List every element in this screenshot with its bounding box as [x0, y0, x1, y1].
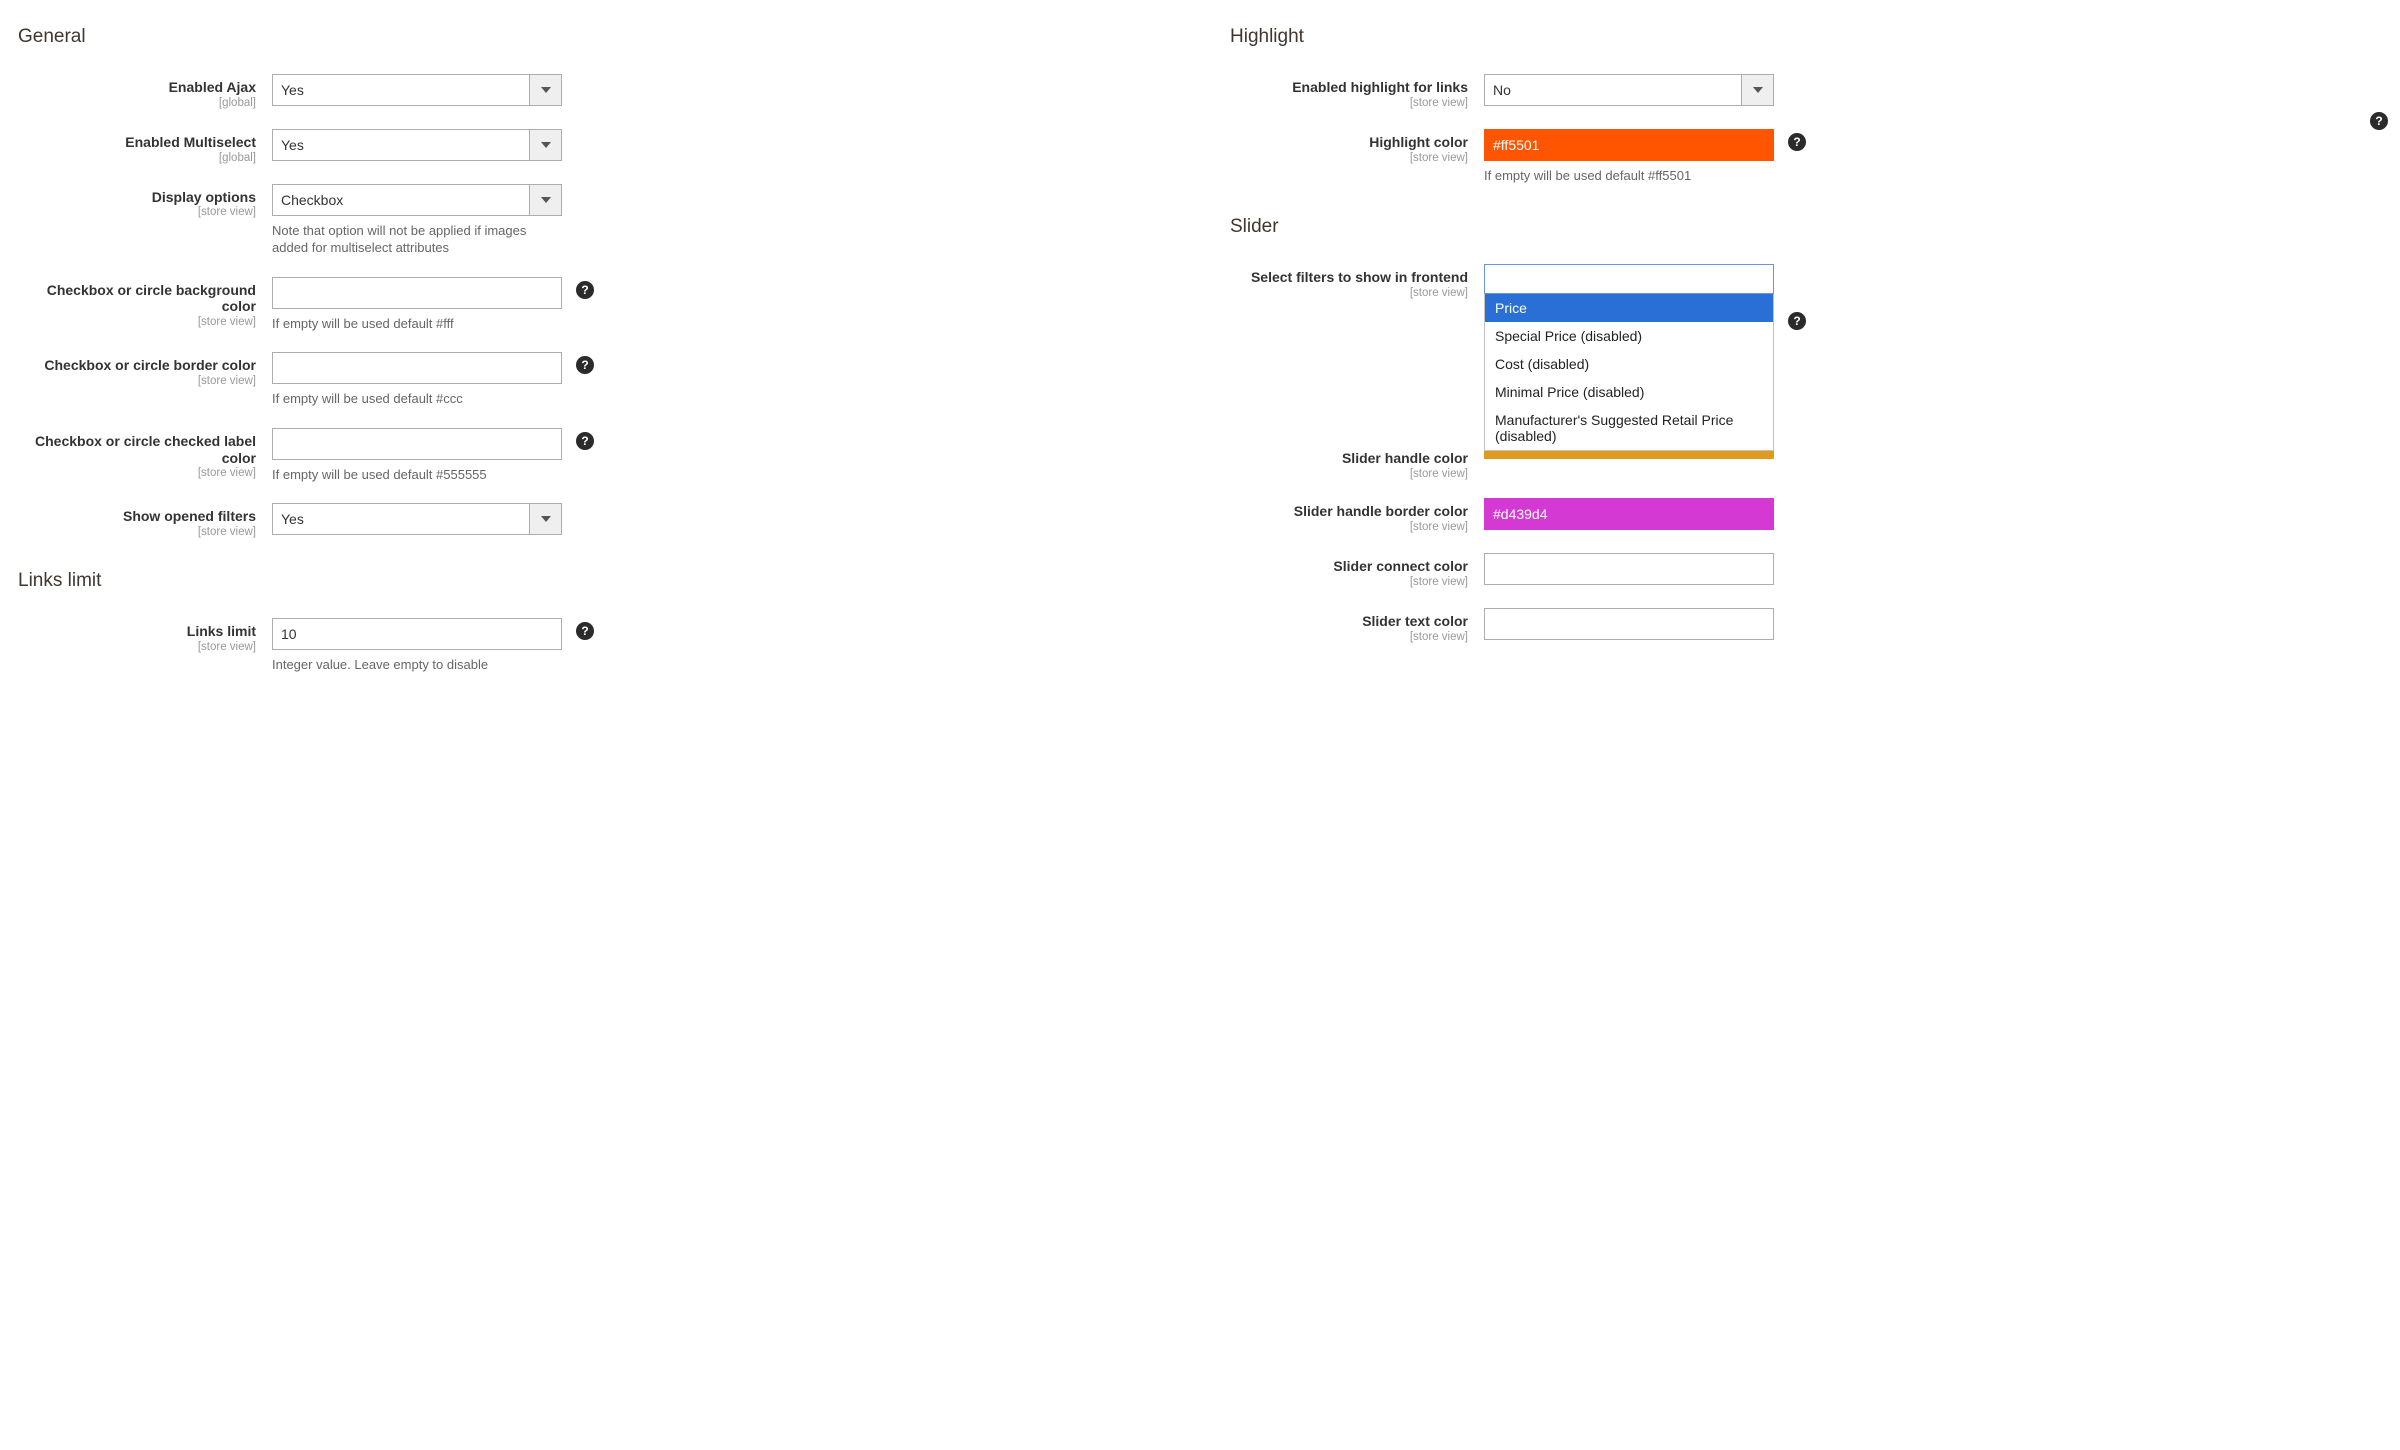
input-slider-text-color[interactable]: [1484, 608, 1774, 640]
label-highlight-color: Highlight color: [1369, 134, 1468, 150]
chevron-down-icon[interactable]: [529, 130, 561, 160]
field-slider-handle-border-color: Slider handle border color [store view] …: [1230, 498, 2382, 533]
filter-option[interactable]: Minimal Price (disabled): [1485, 378, 1773, 406]
scope-store-view: [store view]: [1246, 576, 1468, 588]
chevron-down-icon[interactable]: [1741, 75, 1773, 105]
label-slider-handle-color: Slider handle color: [1342, 450, 1468, 466]
label-slider-connect-color: Slider connect color: [1333, 558, 1468, 574]
select-enabled-highlight[interactable]: No: [1484, 74, 1774, 106]
label-checked-label-color: Checkbox or circle checked label color: [35, 433, 256, 466]
scope-store-view: [store view]: [1246, 631, 1468, 643]
label-enabled-ajax: Enabled Ajax: [169, 79, 256, 95]
slider-handle-color-swatch: [1484, 451, 1774, 459]
select-show-opened[interactable]: Yes: [272, 503, 562, 535]
help-icon[interactable]: ?: [576, 432, 594, 450]
input-checked-label-color[interactable]: [272, 428, 562, 460]
field-enabled-ajax: Enabled Ajax [global] Yes: [18, 74, 1170, 109]
filter-option[interactable]: Special Price (disabled): [1485, 322, 1773, 350]
note-highlight-color: If empty will be used default #ff5501: [1484, 167, 1774, 185]
note-border-color: If empty will be used default #ccc: [272, 390, 562, 408]
scope-global: [global]: [34, 152, 256, 164]
note-links-limit: Integer value. Leave empty to disable: [272, 656, 562, 674]
label-enabled-multiselect: Enabled Multiselect: [125, 134, 256, 150]
multiselect-filters-dropdown: Price Special Price (disabled) Cost (dis…: [1484, 294, 1774, 451]
scope-store-view: [store view]: [1246, 468, 1468, 480]
select-enabled-ajax[interactable]: Yes: [272, 74, 562, 106]
help-icon[interactable]: ?: [576, 356, 594, 374]
label-enabled-highlight: Enabled highlight for links: [1292, 79, 1468, 95]
multiselect-filters-input[interactable]: [1484, 264, 1774, 294]
input-slider-connect-color[interactable]: [1484, 553, 1774, 585]
right-column: Highlight Enabled highlight for links [s…: [1230, 20, 2382, 694]
scope-store-view: [store view]: [1246, 521, 1468, 533]
label-bg-color: Checkbox or circle background color: [47, 282, 256, 315]
filter-option[interactable]: Cost (disabled): [1485, 350, 1773, 378]
input-links-limit[interactable]: [272, 618, 562, 650]
field-links-limit: Links limit [store view] ? Integer value…: [18, 618, 1170, 674]
section-title-highlight: Highlight: [1230, 26, 2382, 48]
help-icon[interactable]: ?: [576, 622, 594, 640]
field-select-filters: Select filters to show in frontend [stor…: [1230, 264, 2382, 459]
field-border-color: Checkbox or circle border color [store v…: [18, 352, 1170, 408]
scope-store-view: [store view]: [34, 316, 256, 328]
input-bg-color[interactable]: [272, 277, 562, 309]
label-slider-handle-border-color: Slider handle border color: [1294, 503, 1468, 519]
input-border-color[interactable]: [272, 352, 562, 384]
field-display-options: Display options [store view] Checkbox No…: [18, 184, 1170, 257]
scope-store-view: [store view]: [34, 467, 256, 479]
section-title-general: General: [18, 26, 1170, 48]
section-title-links-limit: Links limit: [18, 570, 1170, 592]
field-enabled-highlight: Enabled highlight for links [store view]…: [1230, 74, 2382, 109]
scope-store-view: [store view]: [34, 526, 256, 538]
field-enabled-multiselect: Enabled Multiselect [global] Yes: [18, 129, 1170, 164]
label-links-limit: Links limit: [187, 623, 256, 639]
select-display-options[interactable]: Checkbox: [272, 184, 562, 216]
input-slider-handle-border-color[interactable]: #d439d4: [1484, 498, 1774, 530]
select-enabled-multiselect[interactable]: Yes: [272, 129, 562, 161]
field-slider-connect-color: Slider connect color [store view]: [1230, 553, 2382, 588]
note-checked-label-color: If empty will be used default #555555: [272, 466, 562, 484]
scope-store-view: [store view]: [34, 375, 256, 387]
help-icon[interactable]: ?: [2370, 112, 2388, 130]
label-border-color: Checkbox or circle border color: [44, 357, 256, 373]
filter-option[interactable]: Manufacturer's Suggested Retail Price (d…: [1485, 406, 1773, 450]
scope-global: [global]: [34, 97, 256, 109]
scope-store-view: [store view]: [1246, 287, 1468, 299]
field-checked-label-color: Checkbox or circle checked label color […: [18, 428, 1170, 484]
filter-option[interactable]: Price: [1485, 294, 1773, 322]
input-highlight-color[interactable]: #ff5501: [1484, 129, 1774, 161]
field-bg-color: Checkbox or circle background color [sto…: [18, 277, 1170, 333]
help-icon[interactable]: ?: [1788, 133, 1806, 151]
field-highlight-color: Highlight color [store view] #ff5501 ? I…: [1230, 129, 2382, 185]
chevron-down-icon[interactable]: [529, 75, 561, 105]
note-bg-color: If empty will be used default #fff: [272, 315, 562, 333]
label-display-options: Display options: [152, 189, 256, 205]
section-title-slider: Slider: [1230, 216, 2382, 238]
label-select-filters: Select filters to show in frontend: [1251, 269, 1468, 285]
left-column: General Enabled Ajax [global] Yes Enable…: [18, 20, 1170, 694]
scope-store-view: [store view]: [34, 206, 256, 218]
help-icon[interactable]: ?: [1788, 312, 1806, 330]
chevron-down-icon[interactable]: [529, 504, 561, 534]
scope-store-view: [store view]: [34, 641, 256, 653]
help-icon[interactable]: ?: [576, 281, 594, 299]
field-slider-text-color: Slider text color [store view]: [1230, 608, 2382, 643]
label-slider-text-color: Slider text color: [1362, 613, 1468, 629]
scope-store-view: [store view]: [1246, 152, 1468, 164]
field-show-opened: Show opened filters [store view] Yes: [18, 503, 1170, 538]
chevron-down-icon[interactable]: [529, 185, 561, 215]
scope-store-view: [store view]: [1246, 97, 1468, 109]
note-display-options: Note that option will not be applied if …: [272, 222, 562, 257]
label-show-opened: Show opened filters: [123, 508, 256, 524]
